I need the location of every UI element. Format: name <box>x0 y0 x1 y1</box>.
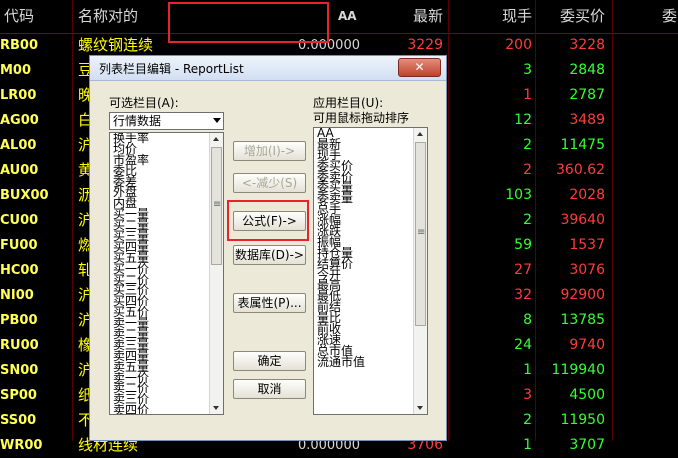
category-dropdown[interactable]: 行情数据 <box>109 112 224 130</box>
row-volume: 200 <box>505 37 532 53</box>
row-bid: 119940 <box>551 362 605 378</box>
row-bid: 2028 <box>569 187 605 203</box>
report-list-dialog: 列表栏目编辑 - ReportList ✕ 可选栏目(A): 行情数据 换手率均… <box>89 55 447 441</box>
row-volume: 32 <box>514 287 532 303</box>
applied-items: AA 最新 现手 委买价 委卖价 委买量 委卖量 总手 涨幅 涨跌 振幅 持仓量 结算价 今开 最高 最低 前结… <box>314 128 427 368</box>
scroll-thumb[interactable] <box>211 147 222 265</box>
row-volume: 1 <box>523 362 532 378</box>
row-volume: 8 <box>523 312 532 328</box>
available-columns-list[interactable]: 换手率 均价 市盈率 委比 委差 外盘 内盘 买一量 买二量 买三量 买四量 买五量 买一价 买二价 买三价… <box>109 132 224 415</box>
applied-columns-list[interactable]: AA 最新 现手 委买价 委卖价 委买量 委卖量 总手 涨幅 涨跌 振幅 持仓量 结算价 今开 最高 最低 前结… <box>313 127 428 415</box>
column-divider <box>448 0 449 441</box>
header-code[interactable]: 代码 <box>4 0 54 33</box>
dialog-title: 列表栏目编辑 - ReportList <box>99 62 244 76</box>
row-code: SP00 <box>0 388 37 403</box>
close-button[interactable]: ✕ <box>398 58 441 77</box>
row-bid: 9740 <box>569 337 605 353</box>
row-volume: 103 <box>505 187 532 203</box>
scroll-down-icon[interactable] <box>210 402 223 414</box>
ok-button[interactable]: 确定 <box>233 351 306 371</box>
row-code: AU00 <box>0 163 39 178</box>
row-volume: 2 <box>523 412 532 428</box>
row-volume: 1 <box>523 437 532 453</box>
row-bid: 2787 <box>569 87 605 103</box>
row-volume: 3 <box>523 387 532 403</box>
category-dropdown-value: 行情数据 <box>113 114 162 128</box>
row-volume: 27 <box>514 262 532 278</box>
header-volume[interactable]: 现手 <box>490 0 532 33</box>
row-bid: 39640 <box>560 212 605 228</box>
row-code: SS00 <box>0 413 37 428</box>
row-code: AL00 <box>0 138 37 153</box>
header-last[interactable]: 最新 <box>400 0 443 33</box>
row-code: BUX00 <box>0 188 49 203</box>
row-volume: 12 <box>514 112 532 128</box>
column-divider <box>535 0 536 441</box>
row-code: AG00 <box>0 113 39 128</box>
row-bid: 360.62 <box>556 162 605 178</box>
row-volume: 2 <box>523 137 532 153</box>
add-column-button[interactable]: 增加(I)-> <box>233 141 306 161</box>
row-bid: 3076 <box>569 262 605 278</box>
database-button[interactable]: 数据库(D)-> <box>233 245 306 265</box>
row-bid: 3707 <box>569 437 605 453</box>
header-bid[interactable]: 委买价 <box>555 0 605 33</box>
scroll-down-icon[interactable] <box>414 402 427 414</box>
scroll-up-icon[interactable] <box>414 128 427 140</box>
row-volume: 1 <box>523 87 532 103</box>
available-items: 换手率 均价 市盈率 委比 委差 外盘 内盘 买一量 买二量 买三量 买四量 买五量 买一价 买二价 买三价… <box>110 133 223 414</box>
row-code: SN00 <box>0 363 39 378</box>
row-bid: 3228 <box>569 37 605 53</box>
header-aa[interactable]: AA <box>338 0 360 33</box>
dialog-titlebar[interactable]: 列表栏目编辑 - ReportList ✕ <box>90 56 446 81</box>
chevron-down-icon[interactable] <box>213 118 221 123</box>
row-code: NI00 <box>0 288 34 303</box>
list-item[interactable]: 流通市值 <box>314 356 427 368</box>
scroll-thumb[interactable] <box>415 142 426 326</box>
row-bid: 2848 <box>569 62 605 78</box>
available-columns-label: 可选栏目(A): <box>109 96 179 110</box>
row-volume: 2 <box>523 212 532 228</box>
row-bid: 4500 <box>569 387 605 403</box>
row-bid: 1537 <box>569 237 605 253</box>
row-bid: 11950 <box>560 412 605 428</box>
row-bid: 92900 <box>560 287 605 303</box>
column-divider <box>72 0 73 441</box>
row-volume: 2 <box>523 162 532 178</box>
row-bid: 3489 <box>569 112 605 128</box>
row-volume: 24 <box>514 337 532 353</box>
row-code: WR00 <box>0 438 43 453</box>
column-divider <box>612 0 613 441</box>
highlight-box-formula <box>227 200 309 241</box>
row-bid: 13785 <box>560 312 605 328</box>
row-bid: 11475 <box>560 137 605 153</box>
row-code: RU00 <box>0 338 39 353</box>
header-name[interactable]: 名称对的 <box>78 0 168 33</box>
applied-columns-hint: 可用鼠标拖动排序 <box>313 111 410 125</box>
header-ask-partial[interactable]: 委 <box>662 0 678 33</box>
highlight-box-header <box>168 2 329 43</box>
table-properties-button[interactable]: 表属性(P)... <box>233 293 306 313</box>
cancel-button[interactable]: 取消 <box>233 379 306 399</box>
row-code: HC00 <box>0 263 39 278</box>
remove-column-button[interactable]: <-减少(S) <box>233 173 306 193</box>
row-code: M00 <box>0 63 32 78</box>
row-volume: 59 <box>514 237 532 253</box>
row-code: PB00 <box>0 313 38 328</box>
applied-scrollbar[interactable] <box>413 128 427 414</box>
row-code: CU00 <box>0 213 39 228</box>
row-code: LR00 <box>0 88 37 103</box>
scroll-up-icon[interactable] <box>210 133 223 145</box>
row-volume: 3 <box>523 62 532 78</box>
grid-header: 代码 名称对的 AA 最新 现手 委买价 委 <box>0 0 678 34</box>
row-code: FU00 <box>0 238 38 253</box>
row-code: RB00 <box>0 38 39 53</box>
available-scrollbar[interactable] <box>209 133 223 414</box>
